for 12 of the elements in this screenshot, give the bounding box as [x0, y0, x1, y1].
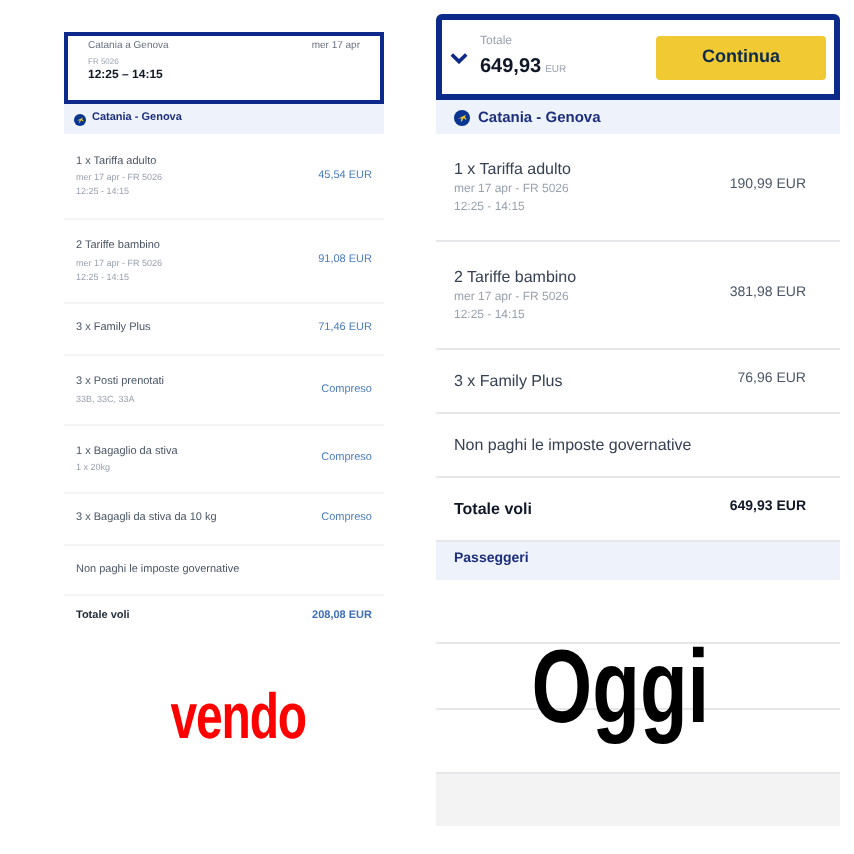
plane-icon — [454, 109, 470, 125]
continue-button[interactable]: Continua — [656, 35, 826, 79]
item-title: 1 x Tariffa adulto — [454, 157, 571, 181]
chevron-down-icon[interactable] — [450, 51, 468, 63]
item-title: 3 x Family Plus — [454, 369, 563, 393]
caption-text: vendo — [170, 684, 306, 748]
notice-text: Non paghi le imposte governative — [454, 433, 692, 457]
item-title: 2 Tariffe bambino — [454, 265, 577, 289]
total-amount: 649,93 — [480, 53, 542, 81]
total-label: Totale voli — [454, 497, 532, 521]
plane-icon — [74, 113, 86, 125]
caption-text: Oggi — [531, 636, 710, 740]
